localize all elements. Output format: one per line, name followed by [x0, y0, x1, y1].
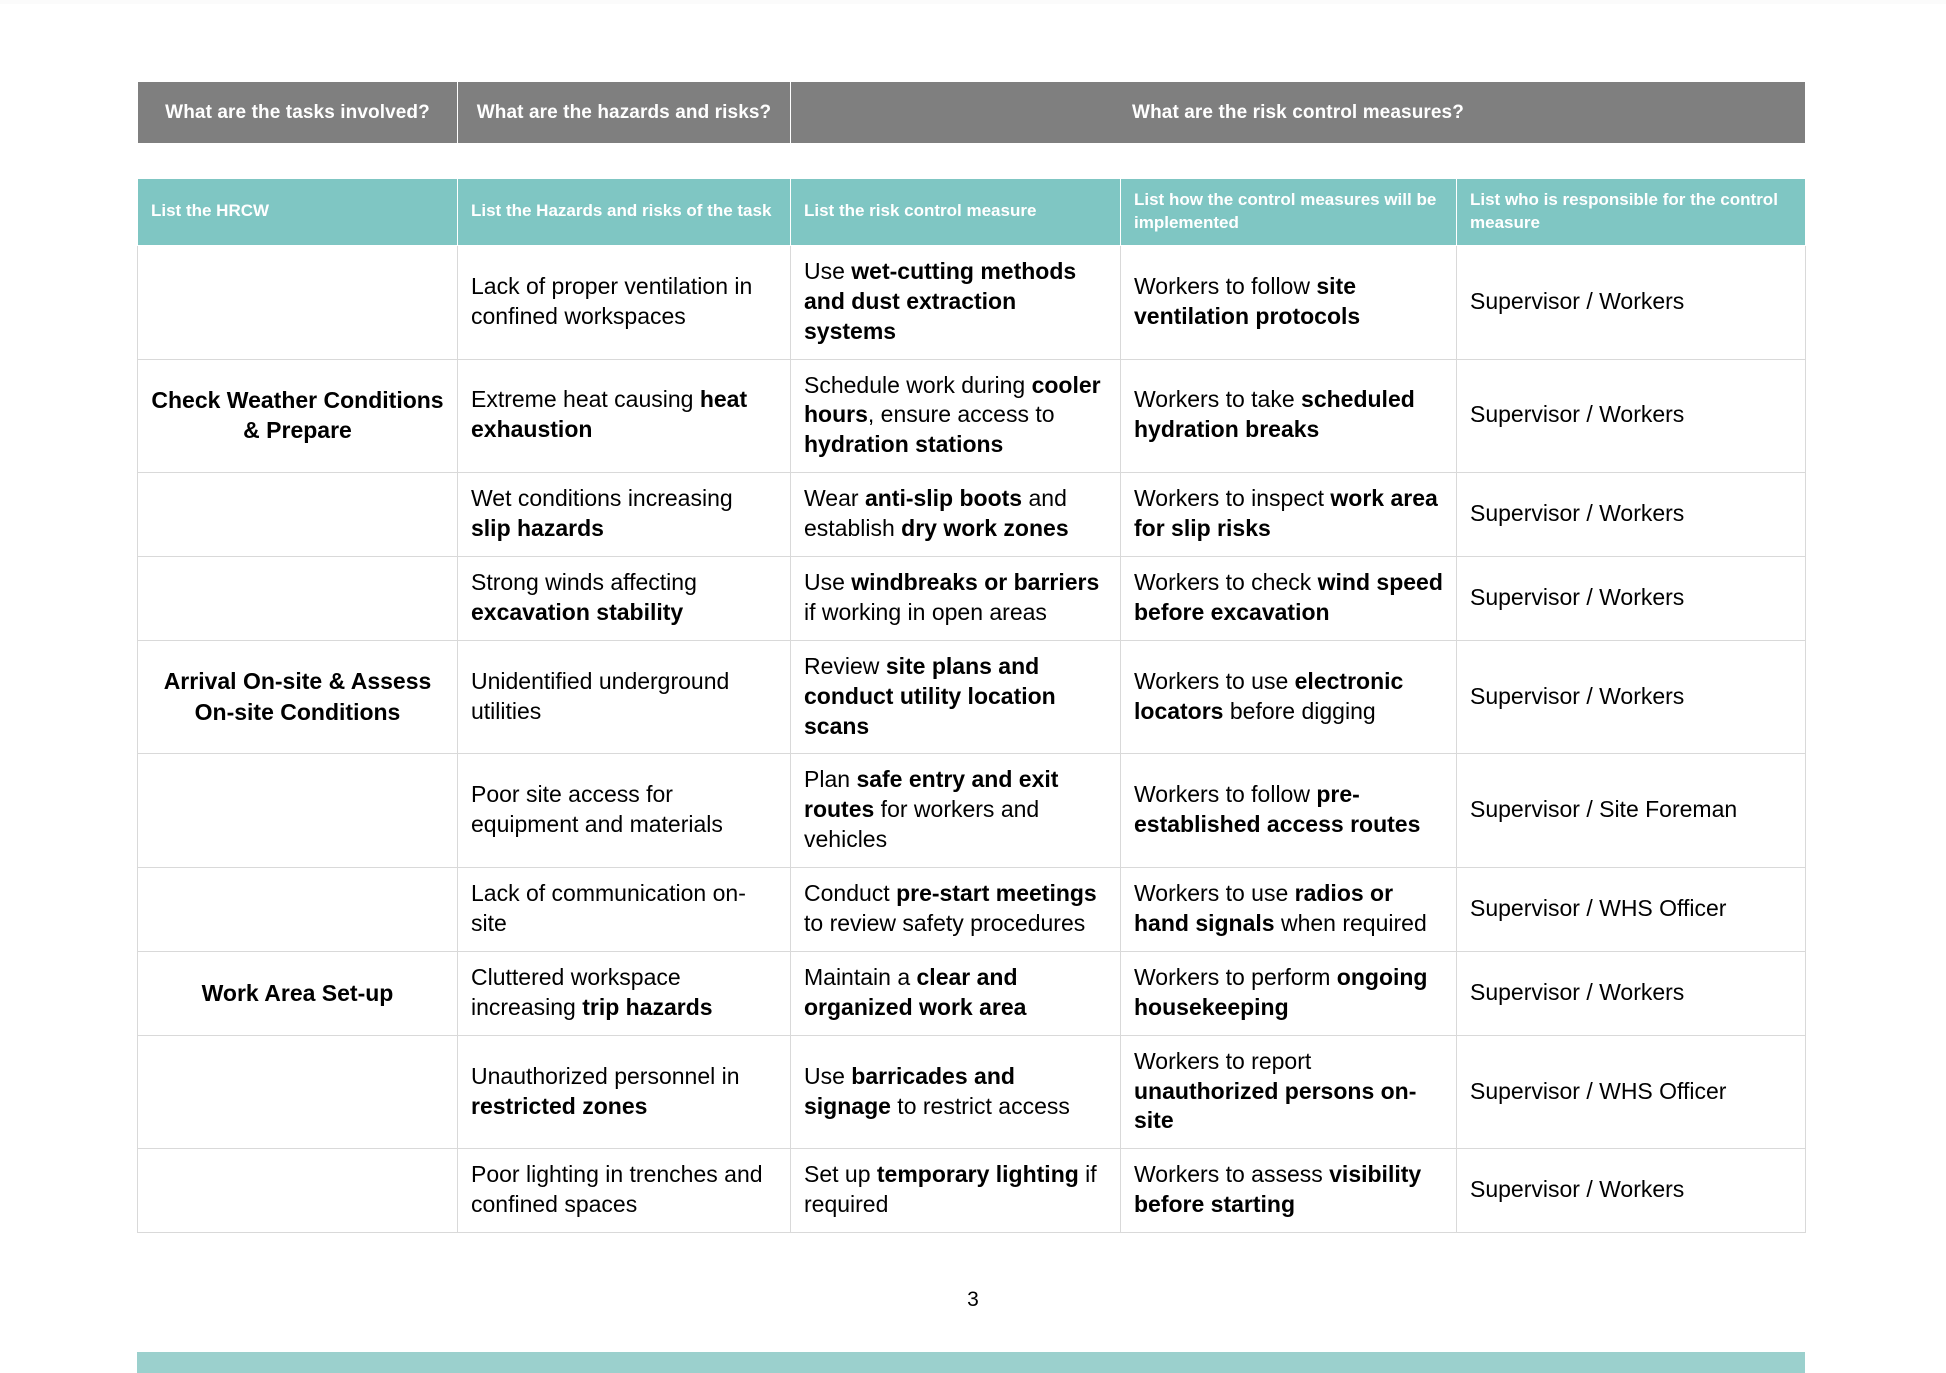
- cell-hazard: Extreme heat causing heat exhaustion: [457, 358, 791, 474]
- table-header-row: List the HRCW List the Hazards and risks…: [137, 178, 1806, 246]
- cell-control-measure: Conduct pre-start meetings to review saf…: [790, 867, 1121, 952]
- column-header-implementation: List how the control measures will be im…: [1120, 178, 1457, 246]
- cell-task: [137, 556, 458, 641]
- banner-cell-hazards: What are the hazards and risks?: [457, 81, 791, 144]
- cell-control-measure: Use barricades and signage to restrict a…: [790, 1034, 1121, 1150]
- table-body: Lack of proper ventilation in confined w…: [137, 244, 1806, 1234]
- cell-implementation: Workers to perform ongoing housekeeping: [1120, 950, 1457, 1036]
- column-header-risk-control: List the risk control measure: [790, 178, 1121, 246]
- table-row: Strong winds affecting excavation stabil…: [137, 556, 1806, 641]
- cell-responsible: Supervisor / Workers: [1456, 358, 1806, 474]
- cell-task: [137, 472, 458, 557]
- cell-task: Work Area Set-up: [137, 950, 458, 1036]
- cell-control-measure: Use windbreaks or barriers if working in…: [790, 556, 1121, 641]
- column-header-hazards: List the Hazards and risks of the task: [457, 178, 791, 246]
- cell-control-measure: Plan safe entry and exit routes for work…: [790, 753, 1121, 869]
- cell-task: Check Weather Conditions & Prepare: [137, 358, 458, 474]
- cell-task: Arrival On-site & Assess On-site Conditi…: [137, 639, 458, 755]
- cell-implementation: Workers to assess visibility before star…: [1120, 1148, 1457, 1234]
- cell-implementation: Workers to check wind speed before excav…: [1120, 556, 1457, 641]
- cell-responsible: Supervisor / Workers: [1456, 244, 1806, 360]
- page-top-edge: [0, 0, 1946, 4]
- cell-implementation: Workers to follow site ventilation proto…: [1120, 244, 1457, 360]
- cell-implementation: Workers to use electronic locators befor…: [1120, 639, 1457, 755]
- cell-hazard: Strong winds affecting excavation stabil…: [457, 556, 791, 641]
- banner-cell-controls: What are the risk control measures?: [790, 81, 1806, 144]
- cell-hazard: Unidentified underground utilities: [457, 639, 791, 755]
- table-row: Work Area Set-up Cluttered workspace incr…: [137, 950, 1806, 1036]
- column-header-responsible: List who is responsible for the control …: [1456, 178, 1806, 246]
- cell-control-measure: Wear anti-slip boots and establish dry w…: [790, 472, 1121, 557]
- table-row: Poor site access for equipment and mater…: [137, 753, 1806, 869]
- cell-responsible: Supervisor / Workers: [1456, 1148, 1806, 1234]
- table-row: Arrival On-site & Assess On-site Conditi…: [137, 639, 1806, 755]
- table-row: Poor lighting in trenches and confined s…: [137, 1148, 1806, 1234]
- column-header-hrcw: List the HRCW: [137, 178, 458, 246]
- cell-hazard: Cluttered workspace increasing trip haza…: [457, 950, 791, 1036]
- cell-responsible: Supervisor / Workers: [1456, 950, 1806, 1036]
- table-row: Check Weather Conditions & Prepare Extrem…: [137, 358, 1806, 474]
- cell-hazard: Lack of proper ventilation in confined w…: [457, 244, 791, 360]
- cell-control-measure: Maintain a clear and organized work area: [790, 950, 1121, 1036]
- cell-implementation: Workers to inspect work area for slip ri…: [1120, 472, 1457, 557]
- cell-task: [137, 867, 458, 952]
- table-row: Lack of proper ventilation in confined w…: [137, 244, 1806, 360]
- cell-implementation: Workers to use radios or hand signals wh…: [1120, 867, 1457, 952]
- cell-control-measure: Schedule work during cooler hours, ensur…: [790, 358, 1121, 474]
- cell-task: [137, 244, 458, 360]
- banner-header-table: What are the tasks involved? What are th…: [137, 81, 1806, 144]
- cell-hazard: Unauthorized personnel in restricted zon…: [457, 1034, 791, 1150]
- cell-implementation: Workers to take scheduled hydration brea…: [1120, 358, 1457, 474]
- table-row: Unauthorized personnel in restricted zon…: [137, 1034, 1806, 1150]
- cell-hazard: Poor site access for equipment and mater…: [457, 753, 791, 869]
- cell-task: [137, 1148, 458, 1234]
- risk-control-table: List the HRCW List the Hazards and risks…: [137, 178, 1806, 1234]
- table-row: Wet conditions increasing slip hazards We…: [137, 472, 1806, 557]
- cell-control-measure: Review site plans and conduct utility lo…: [790, 639, 1121, 755]
- document-page: What are the tasks involved? What are th…: [0, 0, 1946, 1373]
- cell-hazard: Wet conditions increasing slip hazards: [457, 472, 791, 557]
- cell-responsible: Supervisor / Workers: [1456, 639, 1806, 755]
- cell-responsible: Supervisor / WHS Officer: [1456, 1034, 1806, 1150]
- page-number: 3: [967, 1288, 979, 1311]
- banner-row: What are the tasks involved? What are th…: [137, 81, 1806, 144]
- table-row: Lack of communication on-site Conduct pre…: [137, 867, 1806, 952]
- cell-responsible: Supervisor / Workers: [1456, 556, 1806, 641]
- cell-responsible: Supervisor / Workers: [1456, 472, 1806, 557]
- cell-responsible: Supervisor / WHS Officer: [1456, 867, 1806, 952]
- cell-control-measure: Use wet-cutting methods and dust extract…: [790, 244, 1121, 360]
- cell-implementation: Workers to report unauthorized persons o…: [1120, 1034, 1457, 1150]
- footer-accent-bar: [137, 1352, 1805, 1373]
- cell-implementation: Workers to follow pre-established access…: [1120, 753, 1457, 869]
- banner-cell-tasks: What are the tasks involved?: [137, 81, 458, 144]
- cell-hazard: Lack of communication on-site: [457, 867, 791, 952]
- cell-hazard: Poor lighting in trenches and confined s…: [457, 1148, 791, 1234]
- cell-control-measure: Set up temporary lighting if required: [790, 1148, 1121, 1234]
- cell-task: [137, 1034, 458, 1150]
- cell-responsible: Supervisor / Site Foreman: [1456, 753, 1806, 869]
- cell-task: [137, 753, 458, 869]
